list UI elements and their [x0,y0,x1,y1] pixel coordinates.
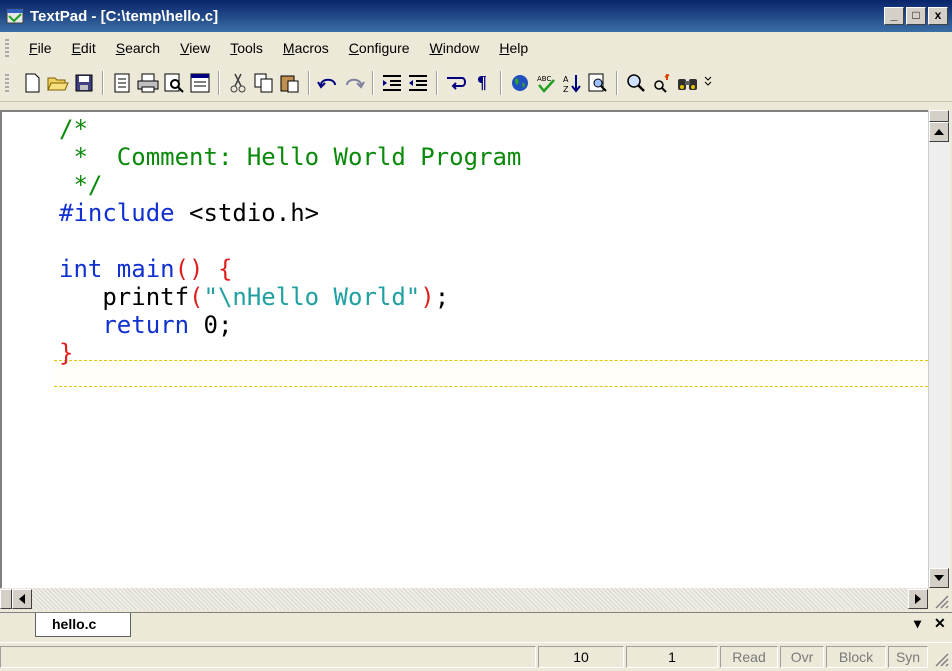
undo-icon[interactable] [317,72,339,94]
open-brace: { [203,255,233,283]
outdent-icon[interactable] [407,72,429,94]
horizontal-scrollbar[interactable] [0,588,928,610]
close-button[interactable]: x [928,7,948,25]
menu-macros[interactable]: Macros [273,40,339,56]
printf-close-paren: ) [420,283,435,311]
printf-open-paren: ( [189,283,204,311]
indent-icon[interactable] [381,72,403,94]
binoculars-icon[interactable] [677,72,699,94]
status-overwrite: Ovr [780,646,824,668]
scroll-down-button[interactable] [929,568,949,588]
code-line-6: int main() { [59,254,232,284]
include-header: <stdio.h> [174,199,320,227]
redo-icon[interactable] [343,72,365,94]
code-line-1: /* [59,115,88,143]
menu-configure[interactable]: Configure [339,40,420,56]
paste-icon[interactable] [279,72,301,94]
code-editor[interactable]: /* * Comment: Hello World Program */ #in… [0,110,928,588]
split-bar-handle[interactable] [929,110,949,122]
svg-text:A: A [563,75,569,84]
main-parens: () [174,255,204,283]
tab-list-dropdown-icon[interactable]: ▾ [914,615,921,632]
return-keyword: return [59,311,190,339]
scroll-up-button[interactable] [929,122,949,142]
find-in-files-icon[interactable] [587,72,609,94]
toolbar-separator [436,70,438,95]
int-keyword: int [59,255,103,283]
code-line-3: */ [59,171,103,199]
maximize-button[interactable]: □ [906,7,926,25]
textpad-app-icon[interactable] [6,8,24,24]
resize-grip[interactable] [928,588,950,610]
svg-text:Z: Z [563,85,569,93]
toolbar-grip-handle[interactable] [5,73,9,92]
pilcrow-icon[interactable]: ¶ [471,72,493,94]
window-title: TextPad - [C:\temp\hello.c] [30,7,219,25]
print-preview-icon[interactable] [163,72,185,94]
status-message-panel [0,646,536,668]
code-line-4: #include <stdio.h> [59,198,319,228]
include-directive: #include [59,199,175,227]
new-file-icon[interactable] [21,72,43,94]
status-resize-grip[interactable] [932,650,950,668]
document-properties-icon[interactable] [189,72,211,94]
svg-text:ABC: ABC [537,75,551,83]
minimize-button[interactable]: _ [884,7,904,25]
tab-hello-c[interactable]: hello.c [35,613,131,637]
toolbar-separator [102,70,104,95]
printf-call: printf [59,283,190,311]
menu-help[interactable]: Help [489,40,538,56]
word-wrap-icon[interactable] [445,72,467,94]
scroll-right-button[interactable] [908,589,928,609]
toolbar-overflow-icon[interactable] [703,72,713,94]
document-tab-bar: hello.c ▾ ✕ [0,612,952,640]
status-bar: 10 1 Read Ovr Block Syn [0,642,952,671]
vertical-scrollbar[interactable] [928,110,950,588]
semicolon: ; [434,283,450,311]
copy-icon[interactable] [253,72,275,94]
find-icon[interactable] [625,72,647,94]
save-all-icon[interactable] [111,72,133,94]
return-value: 0; [189,311,233,339]
string-literal: "\nHello World" [203,283,421,311]
web-browser-icon[interactable] [509,72,531,94]
toolbar-separator [500,70,502,95]
toolbar-separator [616,70,618,95]
current-line-highlight [54,360,928,387]
toolbar-separator [372,70,374,95]
print-icon[interactable] [137,72,159,94]
close-tab-icon[interactable]: ✕ [934,615,946,632]
spell-check-icon[interactable]: ABC [535,72,557,94]
replace-icon[interactable] [651,72,673,94]
status-column-number: 1 [626,646,718,668]
menu-tools[interactable]: Tools [220,40,273,56]
sort-icon[interactable]: AZ [561,72,583,94]
title-bar[interactable]: TextPad - [C:\temp\hello.c] _ □ x [0,0,952,32]
main-function: main [102,255,175,283]
code-line-8: return 0; [59,310,232,340]
save-icon[interactable] [73,72,95,94]
code-line-2: * Comment: Hello World Program [59,143,522,171]
toolbar-separator [308,70,310,95]
status-block-mode: Block [826,646,886,668]
menu-search[interactable]: Search [106,40,170,56]
code-line-7: printf("\nHello World"); [59,282,449,312]
open-folder-icon[interactable] [47,72,69,94]
menu-bar: File Edit Search View Tools Macros Confi… [0,33,952,63]
status-sync: Syn [888,646,928,668]
cut-icon[interactable] [227,72,249,94]
toolbar: ¶ ABC AZ [0,64,952,102]
menu-file[interactable]: File [19,40,62,56]
horizontal-split-handle[interactable] [0,589,12,609]
menu-edit[interactable]: Edit [62,40,106,56]
menu-window[interactable]: Window [420,40,490,56]
status-read-only: Read [720,646,778,668]
code-line-9: } [59,339,74,367]
menu-view[interactable]: View [170,40,220,56]
toolbar-separator [218,70,220,95]
menu-grip-handle[interactable] [5,39,9,57]
status-line-number: 10 [538,646,624,668]
scroll-left-button[interactable] [12,589,32,609]
